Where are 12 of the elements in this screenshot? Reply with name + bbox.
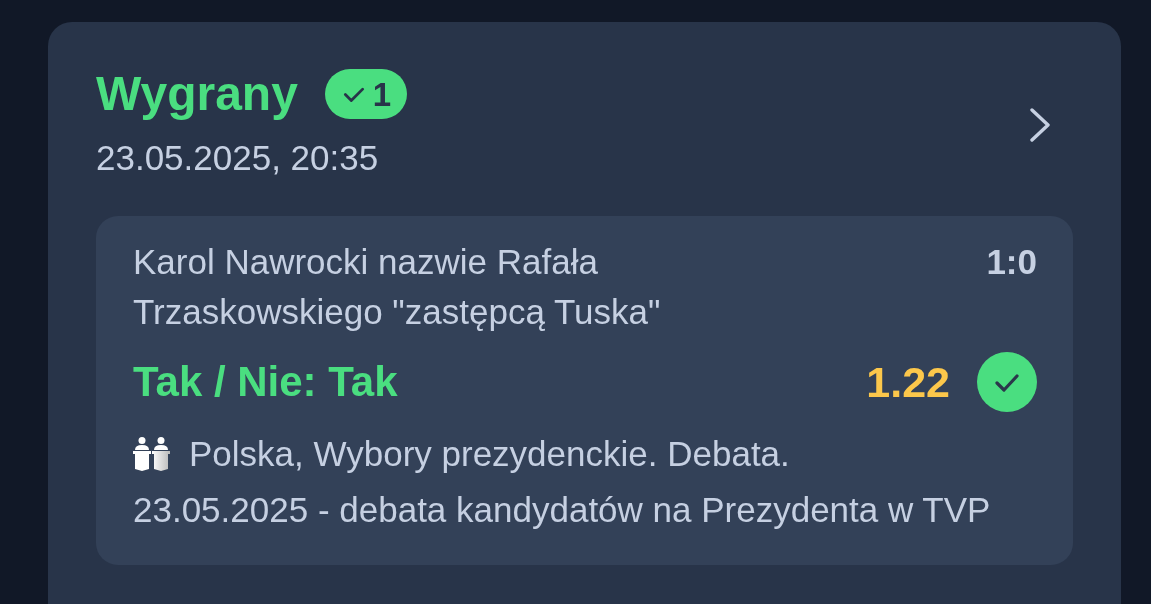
bet-timestamp: 23.05.2025, 20:35 xyxy=(96,137,380,179)
event-title: Karol Nawrocki nazwie Rafała Trzaskowskiego "zastępcą Tuska" xyxy=(133,241,662,333)
chevron-right-icon xyxy=(1030,107,1050,142)
odds-text: 1.22 xyxy=(866,360,950,404)
bet-status-title: Wygrany xyxy=(96,70,298,118)
bet-card[interactable]: Wygrany 1 23.05.2025, 20:35 Karol Nawrocki nazwie Rafała Trzaskowskiego "zastępcą Tuska" 1:0 Tak / Nie: Tak 1.22 Polska, Wybory prezydenckie. Debata. 23.05.2025 - debata kandydatów na Prezydenta w TVP xyxy=(48,22,1121,604)
match-text: 23.05.2025 - debata kandydatów na Prezydenta w TVP xyxy=(133,489,992,531)
pick-text: Tak / Nie: Tak xyxy=(133,361,398,403)
won-count-badge: 1 xyxy=(324,69,408,119)
league-text: Polska, Wybory prezydenckie. Debata. xyxy=(189,433,790,475)
score-text: 1:0 xyxy=(986,241,1037,283)
two-podiums-icon xyxy=(133,437,171,471)
